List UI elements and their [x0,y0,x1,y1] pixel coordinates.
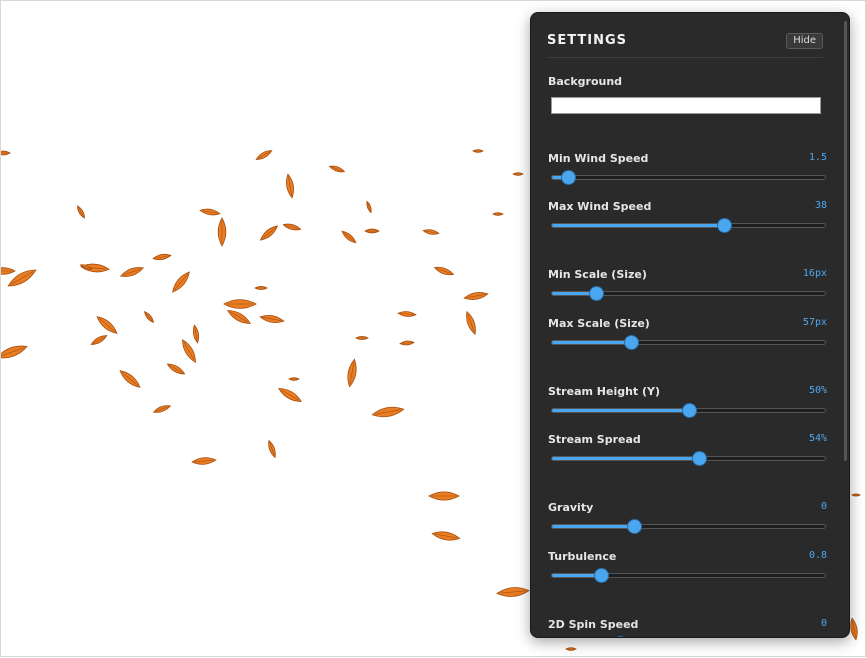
slider-fill [552,409,689,412]
slider-fill [552,224,724,227]
background-label: Background [548,75,623,88]
max-wind-speed-value: 38 [814,200,827,211]
min-scale-slider[interactable] [551,287,826,300]
min-wind-speed-value: 1.5 [808,152,827,163]
turbulence-setting: Turbulence 0.8 [548,550,827,582]
settings-title: SETTINGS [547,33,628,48]
stream-spread-value: 54% [808,433,827,444]
min-scale-label: Min Scale (Size) [548,268,647,281]
min-wind-speed-label: Min Wind Speed [548,152,649,165]
max-scale-label: Max Scale (Size) [548,317,650,330]
slider-fill [552,574,602,577]
settings-header: SETTINGS Hide [547,13,823,58]
slider-thumb[interactable] [595,569,609,582]
stream-spread-setting: Stream Spread 54% [548,433,827,465]
slider-fill [552,457,700,460]
max-wind-speed-setting: Max Wind Speed 38 [548,200,827,232]
panel-scrollbar[interactable] [844,21,847,461]
stream-height-value: 50% [808,385,827,396]
max-wind-speed-label: Max Wind Speed [548,200,652,213]
leaf-icon [1,345,28,359]
gravity-setting: Gravity 0 [548,501,827,533]
gravity-label: Gravity [548,501,594,514]
slider-thumb[interactable] [614,637,627,638]
background-color-picker[interactable] [551,97,821,114]
spin-speed-setting: 2D Spin Speed 0 [548,618,827,638]
min-scale-setting: Min Scale (Size) 16px [548,268,827,300]
turbulence-slider[interactable] [551,569,826,582]
settings-panel: SETTINGS Hide Background Min Wind Speed … [530,12,850,638]
min-wind-speed-setting: Min Wind Speed 1.5 [548,152,827,184]
stream-height-setting: Stream Height (Y) 50% [548,385,827,417]
slider-thumb[interactable] [562,171,576,184]
slider-thumb[interactable] [627,520,641,533]
max-scale-setting: Max Scale (Size) 57px [548,317,827,349]
stream-spread-label: Stream Spread [548,433,641,446]
slider-thumb[interactable] [693,452,707,465]
stream-height-slider[interactable] [551,404,826,417]
spin-speed-value: 0 [820,618,827,629]
turbulence-label: Turbulence [548,550,617,563]
slider-thumb[interactable] [717,219,731,232]
slider-fill [552,341,632,344]
min-wind-speed-slider[interactable] [551,171,826,184]
max-scale-value: 57px [802,317,827,328]
turbulence-value: 0.8 [808,550,827,561]
slider-thumb[interactable] [625,336,639,349]
gravity-value: 0 [820,501,827,512]
stream-spread-slider[interactable] [551,452,826,465]
hide-button[interactable]: Hide [786,33,823,49]
max-scale-slider[interactable] [551,336,826,349]
slider-thumb[interactable] [589,287,603,300]
max-wind-speed-slider[interactable] [551,219,826,232]
spin-speed-label: 2D Spin Speed [548,618,639,631]
slider-fill [552,525,634,528]
stream-height-label: Stream Height (Y) [548,385,661,398]
slider-thumb[interactable] [682,404,696,417]
gravity-slider[interactable] [551,520,826,533]
min-scale-value: 16px [802,268,827,279]
